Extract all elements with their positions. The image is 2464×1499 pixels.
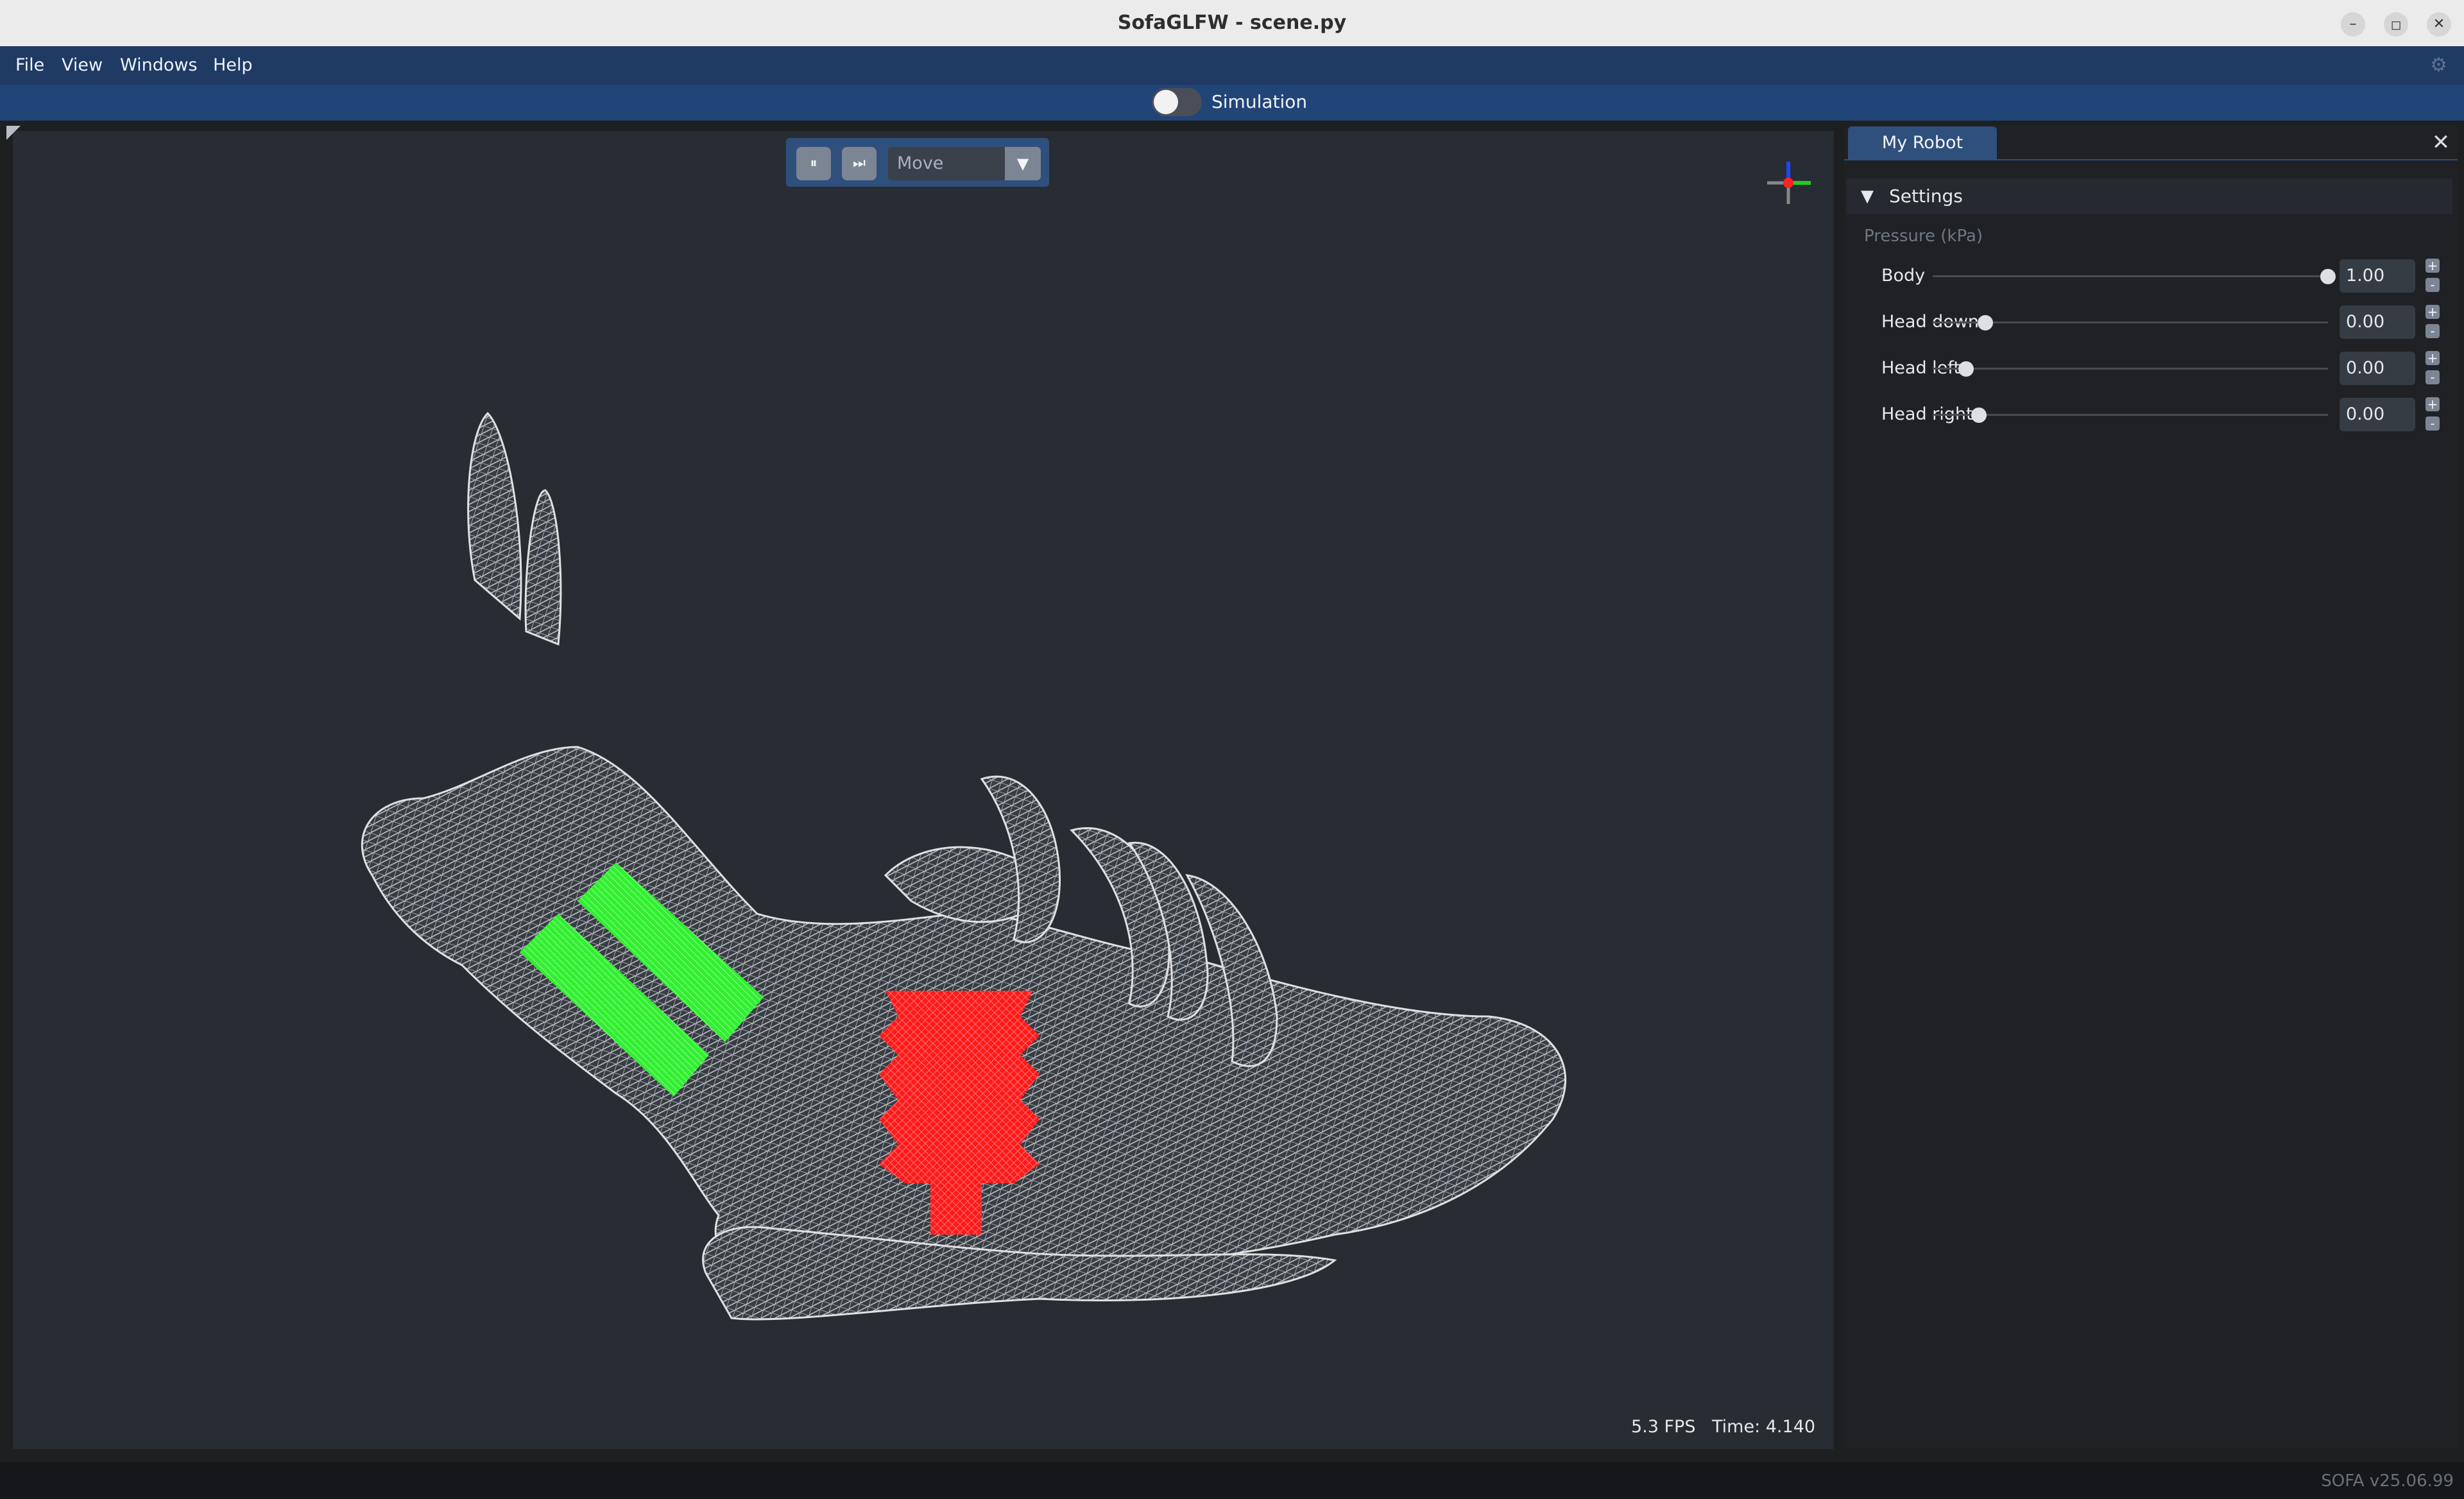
- value-field-head-down[interactable]: 0.00: [2340, 305, 2415, 339]
- close-button[interactable]: ✕: [2427, 12, 2451, 37]
- version-label: SOFA v25.06.99: [2321, 1471, 2454, 1491]
- menu-view[interactable]: View: [62, 46, 103, 85]
- simulation-toggle[interactable]: [1152, 88, 1202, 116]
- slider-track-head-right[interactable]: [1933, 414, 2328, 416]
- decrement-button-head-right[interactable]: -: [2426, 416, 2440, 431]
- menu-file[interactable]: File: [15, 46, 44, 85]
- panel-close-icon[interactable]: ✕: [2428, 128, 2454, 157]
- maximize-button[interactable]: ◻: [2384, 12, 2408, 37]
- menu-help[interactable]: Help: [213, 46, 253, 85]
- slider-handle-head-right[interactable]: [1971, 407, 1987, 423]
- gear-icon[interactable]: ⚙: [2430, 55, 2447, 76]
- decrement-button-head-left[interactable]: -: [2426, 370, 2440, 384]
- orientation-axes-icon: [1767, 162, 1811, 204]
- tab-underline: [1844, 159, 2458, 160]
- increment-button-head-down[interactable]: +: [2426, 305, 2440, 319]
- expand-triangle-icon: ▼: [1861, 187, 1874, 206]
- mode-select[interactable]: Move ▼: [888, 147, 1041, 180]
- fps-readout: 5.3 FPS: [1631, 1417, 1696, 1437]
- decrement-button-head-down[interactable]: -: [2426, 324, 2440, 338]
- step-button[interactable]: ⏭: [842, 147, 877, 180]
- toggle-knob: [1154, 90, 1178, 114]
- menu-bar: File View Windows Help ⚙: [0, 46, 2464, 85]
- decrement-button-body[interactable]: -: [2426, 278, 2440, 292]
- increment-button-head-left[interactable]: +: [2426, 351, 2440, 365]
- mode-select-value: Move: [897, 153, 944, 173]
- window-titlebar: SofaGLFW - scene.py – ◻ ✕: [0, 0, 2464, 47]
- menu-windows[interactable]: Windows: [120, 46, 198, 85]
- pressure-group-label: Pressure (kPa): [1864, 227, 1983, 246]
- slider-label-body: Body: [1881, 266, 1926, 286]
- chevron-down-icon[interactable]: ▼: [1005, 147, 1041, 180]
- minimize-button[interactable]: –: [2341, 12, 2365, 37]
- time-readout: Time: 4.140: [1712, 1417, 1816, 1437]
- value-field-head-right[interactable]: 0.00: [2340, 398, 2415, 431]
- 3d-viewport[interactable]: [13, 131, 1834, 1449]
- increment-button-head-right[interactable]: +: [2426, 397, 2440, 411]
- tab-my-robot[interactable]: My Robot: [1848, 126, 1997, 160]
- value-field-head-left[interactable]: 0.00: [2340, 352, 2415, 385]
- pause-button[interactable]: ⏸: [796, 147, 831, 180]
- slider-handle-head-left[interactable]: [1958, 361, 1974, 377]
- slider-handle-head-down[interactable]: [1978, 315, 1993, 330]
- scene-render: [361, 411, 1566, 1321]
- slider-track-body[interactable]: [1933, 275, 2328, 277]
- slider-handle-body[interactable]: [2320, 269, 2336, 284]
- viewport-corner-icon[interactable]: [6, 126, 21, 140]
- simulation-label: Simulation: [1211, 91, 1308, 112]
- slider-track-head-left[interactable]: [1933, 368, 2328, 370]
- window-title: SofaGLFW - scene.py: [1117, 12, 1347, 34]
- settings-section-title: Settings: [1889, 185, 1963, 207]
- increment-button-body[interactable]: +: [2426, 259, 2440, 273]
- status-bar: [0, 1462, 2464, 1499]
- settings-section-header[interactable]: ▼ Settings: [1847, 178, 2452, 214]
- value-field-body[interactable]: 1.00: [2340, 259, 2415, 293]
